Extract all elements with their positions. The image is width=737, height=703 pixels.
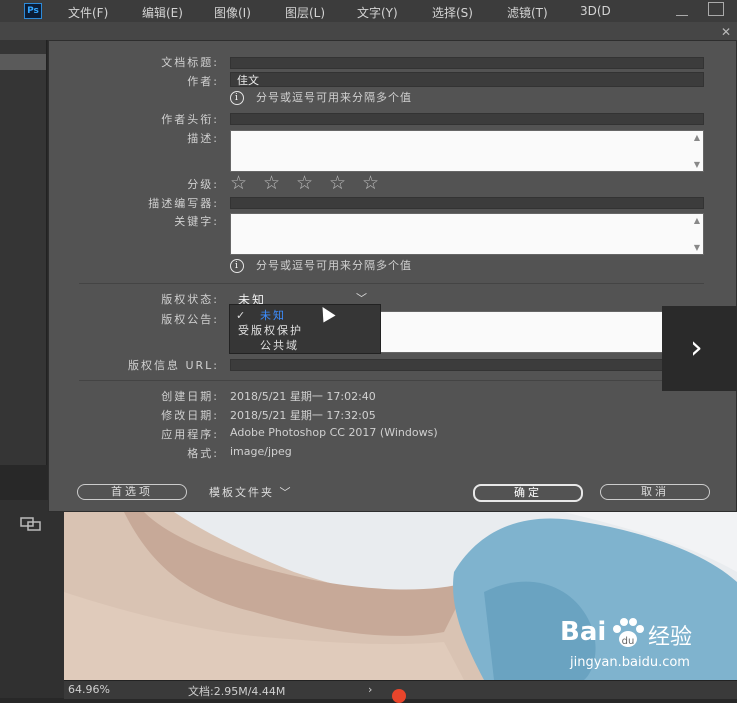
option-copyrighted[interactable]: 受版权保护 — [238, 322, 303, 338]
modified-date: 2018/5/21 星期一 17:32:05 — [230, 409, 376, 422]
file-info-dialog: 文档标题: 作者: 佳文 i 分号或逗号可用来分隔多个值 作者头衔: 描述: ▲ … — [48, 40, 737, 512]
divider — [79, 380, 704, 381]
application-value: Adobe Photoshop CC 2017 (Windows) — [230, 426, 438, 439]
keywords-textarea[interactable]: ▲ ▼ — [230, 213, 704, 255]
author-input[interactable]: 佳文 — [230, 72, 704, 87]
label-keywords: 关键字: — [174, 215, 219, 228]
label-copyright-status: 版权状态: — [161, 293, 219, 306]
copyright-url-input[interactable] — [230, 359, 704, 371]
info-icon: i — [230, 91, 244, 105]
keywords-hint: i 分号或逗号可用来分隔多个值 — [230, 257, 412, 273]
menu-file[interactable]: 文件(F) — [68, 4, 108, 21]
menu-type[interactable]: 文字(Y) — [357, 4, 398, 21]
menu-edit[interactable]: 编辑(E) — [142, 4, 183, 21]
screen-mode-icon[interactable] — [20, 517, 42, 531]
menu-image[interactable]: 图像(I) — [214, 4, 251, 21]
menu-3d[interactable]: 3D(D — [580, 4, 611, 18]
star-icon[interactable]: ☆ — [230, 174, 252, 193]
label-created: 创建日期: — [161, 390, 219, 403]
star-icon[interactable]: ☆ — [296, 174, 318, 193]
cancel-button[interactable]: 取消 — [600, 484, 710, 500]
scroll-down-icon[interactable]: ▼ — [694, 243, 700, 252]
chevron-right-icon: › — [690, 328, 703, 366]
scroll-down-icon[interactable]: ▼ — [694, 160, 700, 169]
label-format: 格式: — [187, 447, 219, 460]
label-desc-writer: 描述编写器: — [148, 197, 219, 210]
watermark-brand-2: 经验 — [648, 625, 693, 650]
menu-bar: Ps 文件(F) 编辑(E) 图像(I) 图层(L) 文字(Y) 选择(S) 滤… — [0, 0, 737, 22]
watermark-url: jingyan.baidu.com — [570, 655, 690, 670]
close-icon[interactable]: ✕ — [721, 25, 731, 39]
menu-select[interactable]: 选择(S) — [432, 4, 473, 21]
zoom-level[interactable]: 64.96% — [68, 683, 110, 696]
photoshop-logo-icon: Ps — [24, 3, 42, 19]
options-bar: ✕ — [0, 22, 737, 40]
label-author: 作者: — [187, 75, 219, 88]
star-icon[interactable]: ☆ — [362, 174, 384, 193]
chevron-down-icon: ﹀ — [279, 486, 293, 499]
label-rating: 分级: — [187, 178, 219, 191]
left-toolbar — [0, 500, 64, 698]
watermark-brand: Bai — [560, 617, 607, 647]
scroll-up-icon[interactable]: ▲ — [694, 216, 700, 225]
left-panel — [0, 40, 47, 465]
rating-stars: ☆ ☆ ☆ ☆ ☆ — [230, 174, 395, 193]
menu-layer[interactable]: 图层(L) — [285, 4, 325, 21]
next-page-button[interactable]: › — [662, 306, 737, 391]
maximize-icon[interactable] — [708, 2, 724, 16]
template-folder-button[interactable]: 模板文件夹 ﹀ — [209, 484, 293, 500]
label-copyright-url: 版权信息 URL: — [127, 359, 219, 372]
option-unknown[interactable]: 未知 — [260, 307, 286, 323]
label-copyright-notice: 版权公告: — [161, 313, 219, 326]
label-description: 描述: — [187, 132, 219, 145]
document-size: 文档:2.95M/4.44M — [188, 685, 286, 698]
created-date: 2018/5/21 星期一 17:02:40 — [230, 390, 376, 403]
doc-title-input[interactable] — [230, 57, 704, 69]
label-author-title: 作者头衔: — [161, 113, 219, 126]
status-arrow-icon[interactable]: › — [368, 683, 372, 696]
scroll-up-icon[interactable]: ▲ — [694, 133, 700, 142]
star-icon[interactable]: ☆ — [329, 174, 351, 193]
format-value: image/jpeg — [230, 445, 292, 458]
copyright-status-dropdown: ✓ 未知 受版权保护 公共域 — [229, 304, 381, 354]
desc-writer-input[interactable] — [230, 197, 704, 209]
label-modified: 修改日期: — [161, 409, 219, 422]
option-public-domain[interactable]: 公共域 — [260, 337, 299, 353]
ok-button[interactable]: 确定 — [473, 484, 583, 502]
record-indicator-icon — [392, 689, 406, 703]
author-hint: i 分号或逗号可用来分隔多个值 — [230, 89, 412, 105]
baidu-watermark: Bai du 经验 jingyan.baidu.com — [560, 617, 735, 677]
description-textarea[interactable]: ▲ ▼ — [230, 130, 704, 172]
divider — [79, 283, 704, 284]
star-icon[interactable]: ☆ — [263, 174, 285, 193]
paw-icon: du — [613, 618, 644, 647]
copyright-notice-textarea[interactable]: ▲ ▼ — [379, 311, 704, 353]
label-application: 应用程序: — [161, 428, 219, 441]
left-panel-selected-item[interactable] — [0, 54, 46, 70]
info-icon: i — [230, 259, 244, 273]
author-title-input[interactable] — [230, 113, 704, 125]
label-doc-title: 文档标题: — [161, 56, 219, 69]
author-value: 佳文 — [237, 74, 259, 87]
preferences-button[interactable]: 首选项 — [77, 484, 187, 500]
checkmark-icon: ✓ — [236, 309, 246, 322]
svg-text:du: du — [622, 636, 635, 647]
minimize-icon[interactable] — [676, 5, 688, 16]
menu-filter[interactable]: 滤镜(T) — [507, 4, 548, 21]
